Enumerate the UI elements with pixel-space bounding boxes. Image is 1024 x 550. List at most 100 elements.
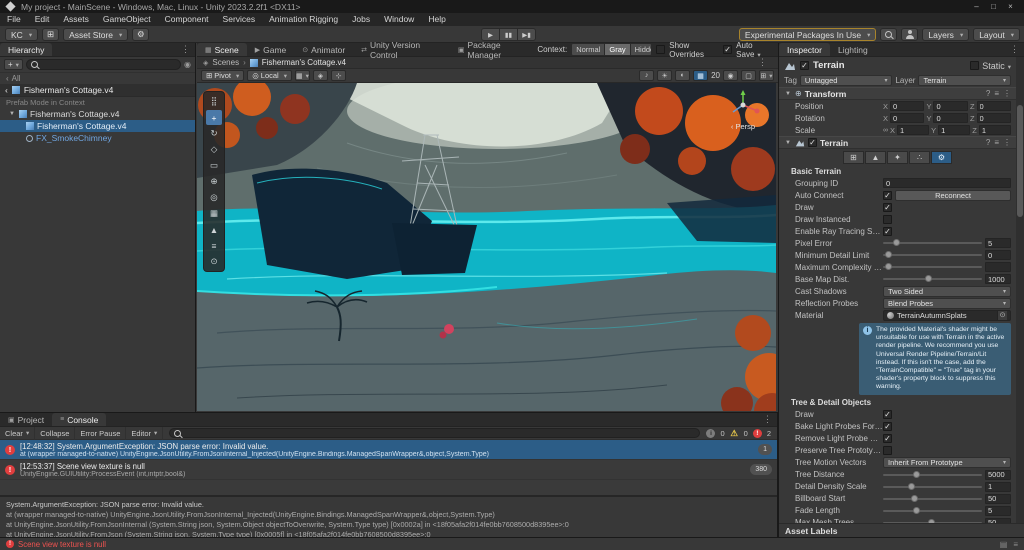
- menu-gameobject[interactable]: GameObject: [96, 13, 158, 26]
- menu-services[interactable]: Services: [216, 13, 263, 26]
- account-avatar-icon[interactable]: [901, 28, 919, 41]
- foldout-icon[interactable]: ▼: [784, 140, 792, 146]
- maximize-button[interactable]: □: [986, 1, 1001, 13]
- menu-jobs[interactable]: Jobs: [345, 13, 377, 26]
- shading-mode-icon[interactable]: ▦: [693, 70, 709, 81]
- tab-package-manager[interactable]: ▣ Package Manager: [450, 40, 538, 60]
- error-pause-button[interactable]: Error Pause: [75, 426, 127, 440]
- tab-console[interactable]: ≡ Console: [52, 413, 107, 426]
- experimental-packages-button[interactable]: Experimental Packages In Use: [738, 28, 877, 41]
- billboard-start-slider[interactable]: [883, 494, 982, 502]
- asset-labels-bar[interactable]: Asset Labels: [779, 523, 1024, 537]
- close-button[interactable]: ×: [1003, 1, 1018, 13]
- scrollbar-thumb[interactable]: [1017, 105, 1023, 217]
- terrain-settings-tool-icon[interactable]: ⚙: [931, 150, 952, 164]
- menu-edit[interactable]: Edit: [28, 13, 57, 26]
- camera-settings-icon[interactable]: ▢: [741, 70, 756, 81]
- tree-distance-slider[interactable]: [883, 470, 982, 478]
- hierarchy-item-fx-smoke[interactable]: FX_SmokeChimney: [0, 132, 195, 144]
- status-menu-icon[interactable]: ≡: [1013, 540, 1018, 549]
- draw-instanced-checkbox[interactable]: [883, 214, 892, 224]
- log-entry[interactable]: ! [12:53:37] Scene view texture is null …: [0, 460, 777, 480]
- tab-inspector[interactable]: Inspector: [779, 43, 830, 56]
- rotation-y-field[interactable]: [933, 113, 968, 123]
- account-button[interactable]: KC: [5, 28, 39, 41]
- auto-connect-checkbox[interactable]: ✓: [883, 190, 892, 200]
- context-hidden-button[interactable]: Hidden: [630, 44, 652, 55]
- tool-view-icon[interactable]: ◎: [206, 190, 222, 205]
- console-more-icon[interactable]: ⋮: [758, 413, 777, 426]
- tab-lighting[interactable]: Lighting: [830, 43, 876, 56]
- layer-dropdown[interactable]: Terrain: [918, 75, 1012, 86]
- scene-canvas[interactable]: ⣿ + ↻ ◇ ▭ ⊕ ◎ ▦ ▲ ≡ ⊙ ‹ Persp: [197, 83, 776, 411]
- menu-file[interactable]: File: [0, 13, 28, 26]
- inspector-scrollbar[interactable]: [1016, 57, 1024, 523]
- terrain-neighbor-tool-icon[interactable]: ⊞: [843, 150, 864, 164]
- remove-ringing-checkbox[interactable]: ✓: [883, 434, 892, 444]
- show-overrides-checkbox[interactable]: [656, 45, 666, 54]
- breadcrumb-current[interactable]: Fisherman's Cottage.v4: [262, 58, 346, 67]
- max-complexity-field[interactable]: [985, 262, 1011, 272]
- cast-shadows-dropdown[interactable]: Two Sided: [883, 285, 1011, 297]
- snap-magnet-icon[interactable]: ◈: [313, 70, 328, 81]
- tree-distance-field[interactable]: [985, 469, 1011, 480]
- editor-dropdown[interactable]: Editor: [126, 426, 164, 440]
- position-z-field[interactable]: [976, 101, 1011, 111]
- tree-motion-vectors-dropdown[interactable]: Inherit From Prototype: [883, 457, 1011, 469]
- menu-component[interactable]: Component: [158, 13, 216, 26]
- orientation-gizmo[interactable]: ‹ Persp: [720, 89, 766, 131]
- tab-scene[interactable]: ▦ Scene: [197, 43, 247, 56]
- terrain-trees-tool-icon[interactable]: ✦: [887, 150, 908, 164]
- foldout-icon[interactable]: ▼: [8, 111, 16, 117]
- tool-scale-icon[interactable]: ◇: [206, 142, 222, 157]
- console-search-input[interactable]: [169, 428, 701, 438]
- tab-unity-version-control[interactable]: ⇄ Unity Version Control: [353, 40, 450, 60]
- services-icon[interactable]: ⊞: [42, 28, 60, 41]
- prefab-header[interactable]: ‹ Fisherman's Cottage.v4: [0, 84, 195, 97]
- static-dropdown[interactable]: Static: [982, 61, 1011, 71]
- camera-speed-value[interactable]: 20: [711, 71, 720, 80]
- increment-snap-icon[interactable]: ⊹: [331, 70, 346, 81]
- tab-animator[interactable]: ⊙ Animator: [294, 43, 353, 56]
- error-count-icon[interactable]: !: [752, 428, 762, 438]
- minimize-button[interactable]: –: [969, 1, 984, 13]
- help-icon[interactable]: ?: [986, 89, 990, 98]
- menu-animation-rigging[interactable]: Animation Rigging: [262, 13, 345, 26]
- transform-component-header[interactable]: ▼ ⊕ Transform ? ≡ ⋮: [779, 87, 1016, 100]
- slider-thumb[interactable]: [892, 239, 900, 246]
- tree-draw-checkbox[interactable]: ✓: [883, 410, 892, 420]
- min-detail-field[interactable]: [985, 250, 1011, 260]
- static-checkbox[interactable]: [970, 61, 980, 70]
- audio-toggle-icon[interactable]: ♪: [639, 70, 655, 81]
- tool-more-icon[interactable]: ≡: [206, 238, 222, 253]
- help-icon[interactable]: ?: [986, 138, 990, 147]
- clear-button[interactable]: Clear: [0, 426, 36, 440]
- warning-count-icon[interactable]: ⚠: [730, 428, 739, 438]
- inspector-more-icon[interactable]: ⋮: [1005, 43, 1024, 56]
- detail-density-field[interactable]: [985, 481, 1011, 492]
- max-complexity-slider[interactable]: [883, 263, 982, 270]
- auto-save-checkbox[interactable]: ✓: [723, 45, 733, 54]
- base-map-slider[interactable]: [883, 275, 982, 282]
- back-icon[interactable]: ‹: [5, 85, 8, 95]
- position-y-field[interactable]: [933, 101, 968, 111]
- hierarchy-item-root[interactable]: ▼ Fisherman's Cottage.v4: [0, 108, 195, 120]
- draw-checkbox[interactable]: ✓: [883, 202, 892, 212]
- fade-length-field[interactable]: [985, 505, 1011, 516]
- context-normal-button[interactable]: Normal: [572, 44, 606, 55]
- breadcrumb-more-icon[interactable]: ⋮: [753, 57, 772, 68]
- pixel-error-slider[interactable]: [883, 239, 982, 246]
- fade-length-slider[interactable]: [883, 506, 982, 514]
- menu-window[interactable]: Window: [377, 13, 421, 26]
- back-icon[interactable]: ‹: [731, 122, 734, 131]
- more-icon[interactable]: ⋮: [1003, 89, 1011, 98]
- tab-hierarchy[interactable]: Hierarchy: [0, 43, 53, 56]
- tool-rotate-icon[interactable]: ↻: [206, 126, 222, 141]
- search-icon[interactable]: [880, 28, 898, 41]
- scene-visibility-icon[interactable]: ◉: [723, 70, 738, 81]
- preset-icon[interactable]: ≡: [994, 138, 999, 147]
- pivot-button[interactable]: ⊞ Pivot: [201, 70, 245, 81]
- reflection-probes-dropdown[interactable]: Blend Probes: [883, 297, 1011, 309]
- scale-x-field[interactable]: [897, 125, 930, 135]
- hierarchy-scope-bar[interactable]: ‹ All: [0, 73, 195, 84]
